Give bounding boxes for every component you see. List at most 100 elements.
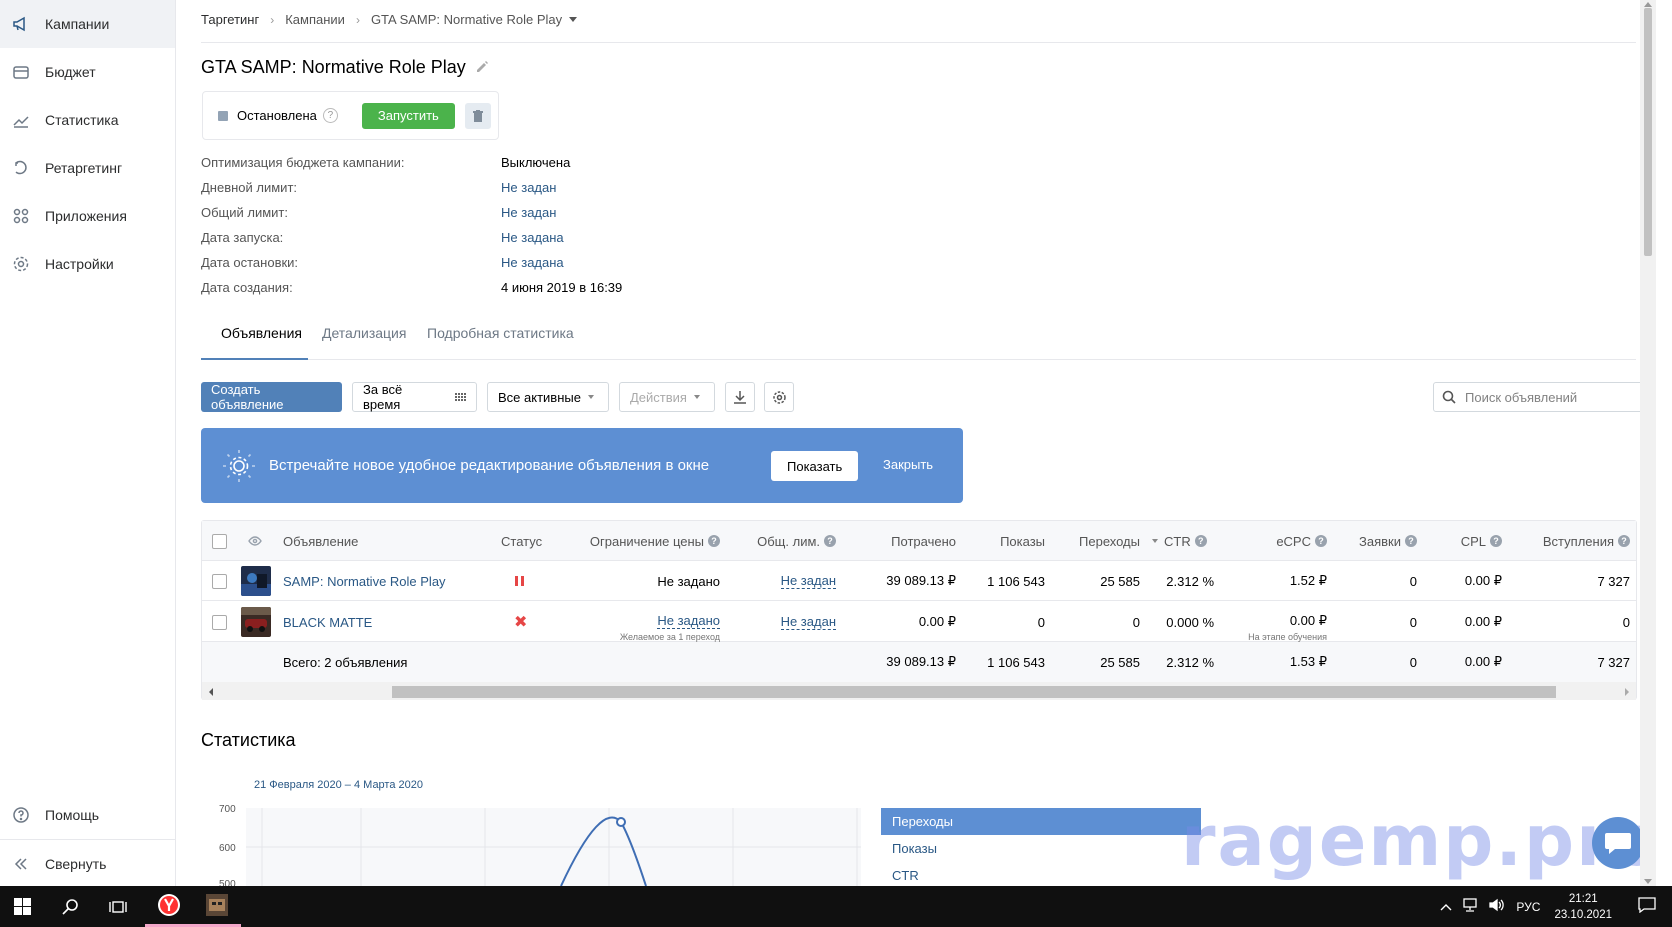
tab-ads[interactable]: Объявления: [221, 325, 302, 341]
chevron-right-icon: ›: [270, 12, 275, 27]
taskbar-game-app[interactable]: [193, 886, 241, 927]
ecpc-sub: На этапе обучения: [1248, 632, 1327, 642]
notifications-icon[interactable]: [1638, 897, 1656, 916]
prop-value[interactable]: Не задан: [501, 180, 556, 195]
question-icon[interactable]: ?: [1405, 535, 1417, 547]
scroll-up-icon[interactable]: [1644, 2, 1652, 7]
row-checkbox[interactable]: [212, 561, 227, 601]
language-indicator[interactable]: РУС: [1516, 900, 1540, 914]
select-all-checkbox[interactable]: [212, 521, 227, 561]
price-limit-value[interactable]: Не задано: [657, 614, 720, 629]
col-total-limit[interactable]: Общ. лим.?: [732, 521, 836, 561]
question-icon[interactable]: ?: [322, 108, 338, 123]
breadcrumb-campaigns[interactable]: Кампании: [285, 12, 345, 27]
sidebar-item-apps[interactable]: Приложения: [0, 192, 175, 240]
chat-button[interactable]: [1592, 817, 1644, 869]
question-icon[interactable]: ?: [1618, 535, 1630, 547]
volume-icon[interactable]: [1488, 898, 1506, 915]
pencil-icon[interactable]: [476, 60, 489, 76]
metric-ctr[interactable]: CTR: [881, 862, 1201, 886]
search-input[interactable]: Поиск объявлений: [1433, 382, 1656, 412]
status-paused-icon[interactable]: [515, 561, 524, 601]
banner-show-button[interactable]: Показать: [771, 451, 859, 481]
metric-clicks[interactable]: Переходы: [881, 808, 1201, 835]
download-button[interactable]: [725, 382, 755, 412]
chart-date-range[interactable]: 21 Февраля 2020 – 4 Марта 2020: [254, 779, 423, 791]
col-price-limit[interactable]: Ограничение цены?: [582, 521, 720, 561]
chevron-up-icon[interactable]: [1440, 900, 1452, 914]
taskbar-search-button[interactable]: [46, 886, 94, 927]
status-text: Остановлена: [237, 108, 317, 123]
tab-detailed-stats[interactable]: Подробная статистика: [427, 325, 574, 341]
col-clicks[interactable]: Переходы: [1052, 521, 1140, 561]
windows-start-button[interactable]: [0, 886, 44, 927]
col-ecpc[interactable]: eCPC?: [1222, 521, 1327, 561]
actions-select[interactable]: Действия: [619, 382, 715, 412]
sidebar-item-budget[interactable]: Бюджет: [0, 48, 175, 96]
metric-impressions[interactable]: Показы: [881, 835, 1201, 862]
run-button[interactable]: Запустить: [361, 102, 455, 129]
status-rejected-icon[interactable]: ✖: [514, 602, 527, 642]
table-horizontal-scrollbar[interactable]: [202, 682, 1636, 700]
scrollbar-thumb[interactable]: [1644, 8, 1652, 256]
banner-close-link[interactable]: Закрыть: [883, 457, 933, 472]
total-limit-value[interactable]: Не задан: [780, 573, 836, 589]
sidebar-item-campaigns[interactable]: Кампании: [0, 0, 175, 48]
sidebar-item-help[interactable]: Помощь: [0, 791, 175, 839]
scroll-right-icon[interactable]: [1625, 688, 1629, 696]
total-limit-value[interactable]: Не задан: [780, 614, 836, 630]
question-icon[interactable]: ?: [1315, 535, 1327, 547]
chevron-right-icon: ›: [355, 12, 360, 27]
question-icon[interactable]: ?: [1490, 535, 1502, 547]
clock[interactable]: 21:21 23.10.2021: [1554, 891, 1612, 923]
scrollbar-thumb[interactable]: [392, 686, 1556, 698]
clock-date: 23.10.2021: [1554, 908, 1612, 921]
sidebar-item-label: Приложения: [45, 208, 127, 224]
taskbar-yandex-browser[interactable]: [145, 886, 193, 927]
scroll-left-icon[interactable]: [209, 688, 213, 696]
col-joins[interactable]: Вступления?: [1507, 521, 1630, 561]
period-select[interactable]: За всё время: [352, 382, 477, 412]
task-view-button[interactable]: [94, 886, 142, 927]
total-limit-link[interactable]: Не задан: [732, 561, 836, 601]
col-ad[interactable]: Объявление: [283, 521, 358, 561]
col-spent[interactable]: Потрачено: [842, 521, 956, 561]
sidebar-item-retargeting[interactable]: Ретаргетинг: [0, 144, 175, 192]
chat-icon: [1605, 833, 1631, 854]
sidebar-item-label: Помощь: [45, 807, 100, 823]
col-impressions[interactable]: Показы: [962, 521, 1045, 561]
prop-value[interactable]: Не задана: [501, 230, 564, 245]
sidebar-item-statistics[interactable]: Статистика: [0, 96, 175, 144]
col-ctr[interactable]: CTR?: [1152, 521, 1207, 561]
create-ad-button[interactable]: Создать объявление: [201, 382, 342, 412]
ad-name-link[interactable]: SAMP: Normative Role Play: [283, 561, 446, 601]
question-icon[interactable]: ?: [708, 535, 720, 547]
page-scrollbar[interactable]: [1640, 0, 1656, 886]
sidebar-item-settings[interactable]: Настройки: [0, 240, 175, 288]
prop-value[interactable]: Не задана: [501, 255, 564, 270]
total-limit-link[interactable]: Не задан: [732, 602, 836, 642]
network-icon[interactable]: [1462, 898, 1478, 915]
scroll-down-icon[interactable]: [1644, 879, 1652, 884]
y-tick-600: 600: [219, 843, 236, 854]
settings-button[interactable]: [764, 382, 794, 412]
ad-thumbnail[interactable]: [241, 561, 271, 601]
prop-value[interactable]: Не задан: [501, 205, 556, 220]
ad-name-link[interactable]: BLACK MATTE: [283, 602, 372, 642]
tab-details[interactable]: Детализация: [322, 325, 406, 341]
breadcrumb-current[interactable]: GTA SAMP: Normative Role Play: [371, 12, 562, 27]
caret-down-icon[interactable]: [569, 17, 578, 22]
question-icon[interactable]: ?: [824, 535, 836, 547]
download-icon: [734, 391, 746, 404]
question-icon[interactable]: ?: [1194, 535, 1207, 547]
col-leads[interactable]: Заявки?: [1332, 521, 1417, 561]
sidebar-collapse[interactable]: Свернуть: [0, 839, 175, 887]
filter-select[interactable]: Все активные: [487, 382, 609, 412]
col-status[interactable]: Статус: [501, 521, 542, 561]
row-checkbox[interactable]: [212, 602, 227, 642]
ad-thumbnail[interactable]: [241, 602, 271, 642]
col-cpl[interactable]: CPL?: [1422, 521, 1502, 561]
eye-icon[interactable]: [248, 521, 262, 561]
delete-button[interactable]: [464, 102, 491, 129]
breadcrumb-targeting[interactable]: Таргетинг: [201, 12, 259, 27]
